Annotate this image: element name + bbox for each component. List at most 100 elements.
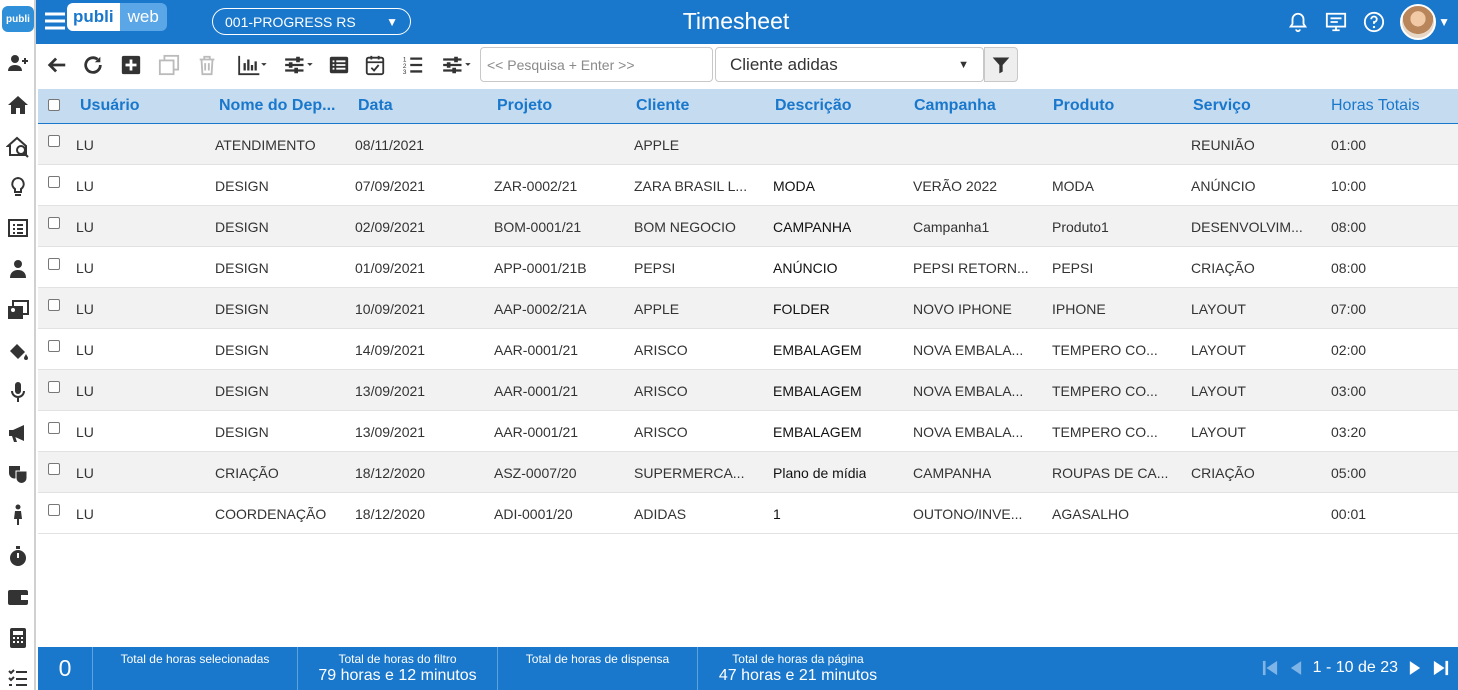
brand-logo[interactable]: publi web [67, 3, 167, 33]
megaphone-icon[interactable] [3, 418, 33, 448]
filter-hours-label: Total de horas do filtro [338, 652, 457, 666]
table-row[interactable]: LU DESIGN 13/09/2021 AAR-0001/21 ARISCO EMBAL… [38, 411, 1458, 452]
row-checkbox[interactable] [48, 176, 60, 188]
sliders-icon[interactable] [278, 52, 318, 78]
table-row[interactable]: LU DESIGN 10/09/2021 AAP-0002/21A APPLE FOLDE… [38, 288, 1458, 329]
last-page-icon[interactable] [1432, 658, 1450, 678]
cell-product: Produto1 [1052, 219, 1109, 235]
row-checkbox[interactable] [48, 217, 60, 229]
row-checkbox[interactable] [48, 135, 60, 147]
tasks-icon[interactable] [3, 662, 33, 690]
person-icon[interactable] [3, 500, 33, 530]
column-header[interactable]: Usuário [80, 97, 140, 115]
cell-project: ADI-0001/20 [494, 506, 573, 522]
cell-campaign: NOVO IPHONE [913, 301, 1012, 317]
monitor-icon[interactable] [1324, 10, 1348, 34]
table-row[interactable]: LU CRIAÇÃO 18/12/2020 ASZ-0007/20 SUPERMERCA… [38, 452, 1458, 493]
user-tie-icon[interactable] [3, 254, 33, 284]
calculator-icon[interactable] [3, 623, 33, 653]
trash-icon[interactable] [194, 52, 220, 78]
sidebar-logo[interactable]: publi [2, 6, 34, 32]
ordered-list-icon[interactable]: 123 [400, 52, 426, 78]
client-filter-select[interactable]: Cliente adidas ▼ [715, 47, 984, 82]
table-row[interactable]: LU COORDENAÇÃO 18/12/2020 ADI-0001/20 ADIDAS… [38, 493, 1458, 534]
cell-project: ASZ-0007/20 [494, 465, 577, 481]
company-select-value: 001-PROGRESS RS [225, 13, 356, 30]
row-checkbox[interactable] [48, 258, 60, 270]
row-checkbox[interactable] [48, 299, 60, 311]
list-alt-icon[interactable] [3, 213, 33, 243]
row-checkbox[interactable] [48, 463, 60, 475]
svg-text:3: 3 [403, 69, 407, 76]
table-row[interactable]: LU DESIGN 14/09/2021 AAR-0001/21 ARISCO EMBAL… [38, 329, 1458, 370]
paint-bucket-icon[interactable] [3, 336, 33, 366]
chart-icon[interactable] [232, 52, 272, 78]
microphone-icon[interactable] [3, 377, 33, 407]
table-row[interactable]: LU ATENDIMENTO 08/11/2021 APPLE REUNIÃO 01:00 [38, 124, 1458, 165]
lightbulb-icon[interactable] [3, 172, 33, 202]
column-header[interactable]: Cliente [636, 97, 689, 115]
photo-video-icon[interactable] [3, 295, 33, 325]
row-checkbox[interactable] [48, 381, 60, 393]
cell-campaign: NOVA EMBALA... [913, 383, 1024, 399]
search-input[interactable] [480, 47, 713, 82]
table-row[interactable]: LU DESIGN 07/09/2021 ZAR-0002/21 ZARA BRASIL… [38, 165, 1458, 206]
search-house-icon[interactable] [3, 132, 33, 162]
home-icon[interactable] [3, 90, 33, 120]
row-checkbox[interactable] [48, 422, 60, 434]
table-row[interactable]: LU DESIGN 13/09/2021 AAR-0001/21 ARISCO EMBAL… [38, 370, 1458, 411]
column-header[interactable]: Descrição [775, 97, 852, 115]
column-header[interactable]: Campanha [914, 97, 996, 115]
first-page-icon[interactable] [1261, 658, 1279, 678]
select-all-checkbox[interactable] [48, 99, 60, 111]
back-icon[interactable] [44, 52, 70, 78]
avatar[interactable] [1400, 4, 1437, 40]
add-icon[interactable] [118, 52, 144, 78]
table-row[interactable]: LU DESIGN 02/09/2021 BOM-0001/21 BOM NEGOCIO… [38, 206, 1458, 247]
cell-date: 07/09/2021 [355, 178, 426, 194]
cell-department: CRIAÇÃO [215, 465, 279, 481]
app-root: publi publi web 001-PROGRESS RS ▼ Timesh… [0, 0, 1458, 690]
column-header[interactable]: Projeto [497, 97, 552, 115]
cell-department: DESIGN [215, 219, 269, 235]
brand-logo-right: web [119, 3, 167, 31]
row-checkbox[interactable] [48, 504, 60, 516]
column-header[interactable]: Nome do Dep... [219, 97, 335, 115]
chevron-down-icon[interactable]: ▼ [1438, 15, 1450, 29]
cell-hours: 05:00 [1331, 465, 1367, 481]
timesheet-table: Usuário Nome do Dep... Data Projeto Clie… [38, 89, 1458, 534]
help-icon[interactable] [1362, 10, 1386, 34]
prev-page-icon[interactable] [1287, 658, 1305, 678]
cell-user: LU [76, 383, 94, 399]
add-user-icon[interactable] [3, 48, 33, 78]
table-row[interactable]: LU DESIGN 01/09/2021 APP-0001/21B PEPSI ANÚNC… [38, 247, 1458, 288]
bell-icon[interactable] [1286, 10, 1310, 34]
row-checkbox[interactable] [48, 340, 60, 352]
filter-icon [992, 57, 1010, 73]
filter-button[interactable] [984, 47, 1018, 82]
cell-service: LAYOUT [1191, 301, 1246, 317]
calendar-check-icon[interactable] [362, 52, 388, 78]
filter-hours-block: Total de horas do filtro 79 horas e 12 m… [298, 647, 498, 690]
column-header[interactable]: Data [358, 97, 393, 115]
cell-hours: 08:00 [1331, 260, 1367, 276]
refresh-icon[interactable] [80, 52, 106, 78]
next-page-icon[interactable] [1406, 658, 1424, 678]
cell-description: CAMPANHA [773, 219, 852, 235]
page-title: Timesheet [682, 8, 790, 34]
cell-project: AAR-0001/21 [494, 383, 579, 399]
cell-user: LU [76, 219, 94, 235]
company-select[interactable]: 001-PROGRESS RS ▼ [212, 8, 411, 35]
hamburger-icon[interactable] [44, 10, 66, 32]
list-icon[interactable] [326, 52, 352, 78]
column-header[interactable]: Horas Totais [1331, 97, 1420, 115]
column-header[interactable]: Serviço [1193, 97, 1251, 115]
cell-date: 14/09/2021 [355, 342, 426, 358]
cell-hours: 10:00 [1331, 178, 1367, 194]
column-header[interactable]: Produto [1053, 97, 1114, 115]
stopwatch-icon[interactable] [3, 541, 33, 571]
copy-icon[interactable] [156, 52, 182, 78]
column-settings-icon[interactable] [436, 52, 476, 78]
theater-masks-icon[interactable] [3, 459, 33, 489]
wallet-icon[interactable] [3, 582, 33, 612]
